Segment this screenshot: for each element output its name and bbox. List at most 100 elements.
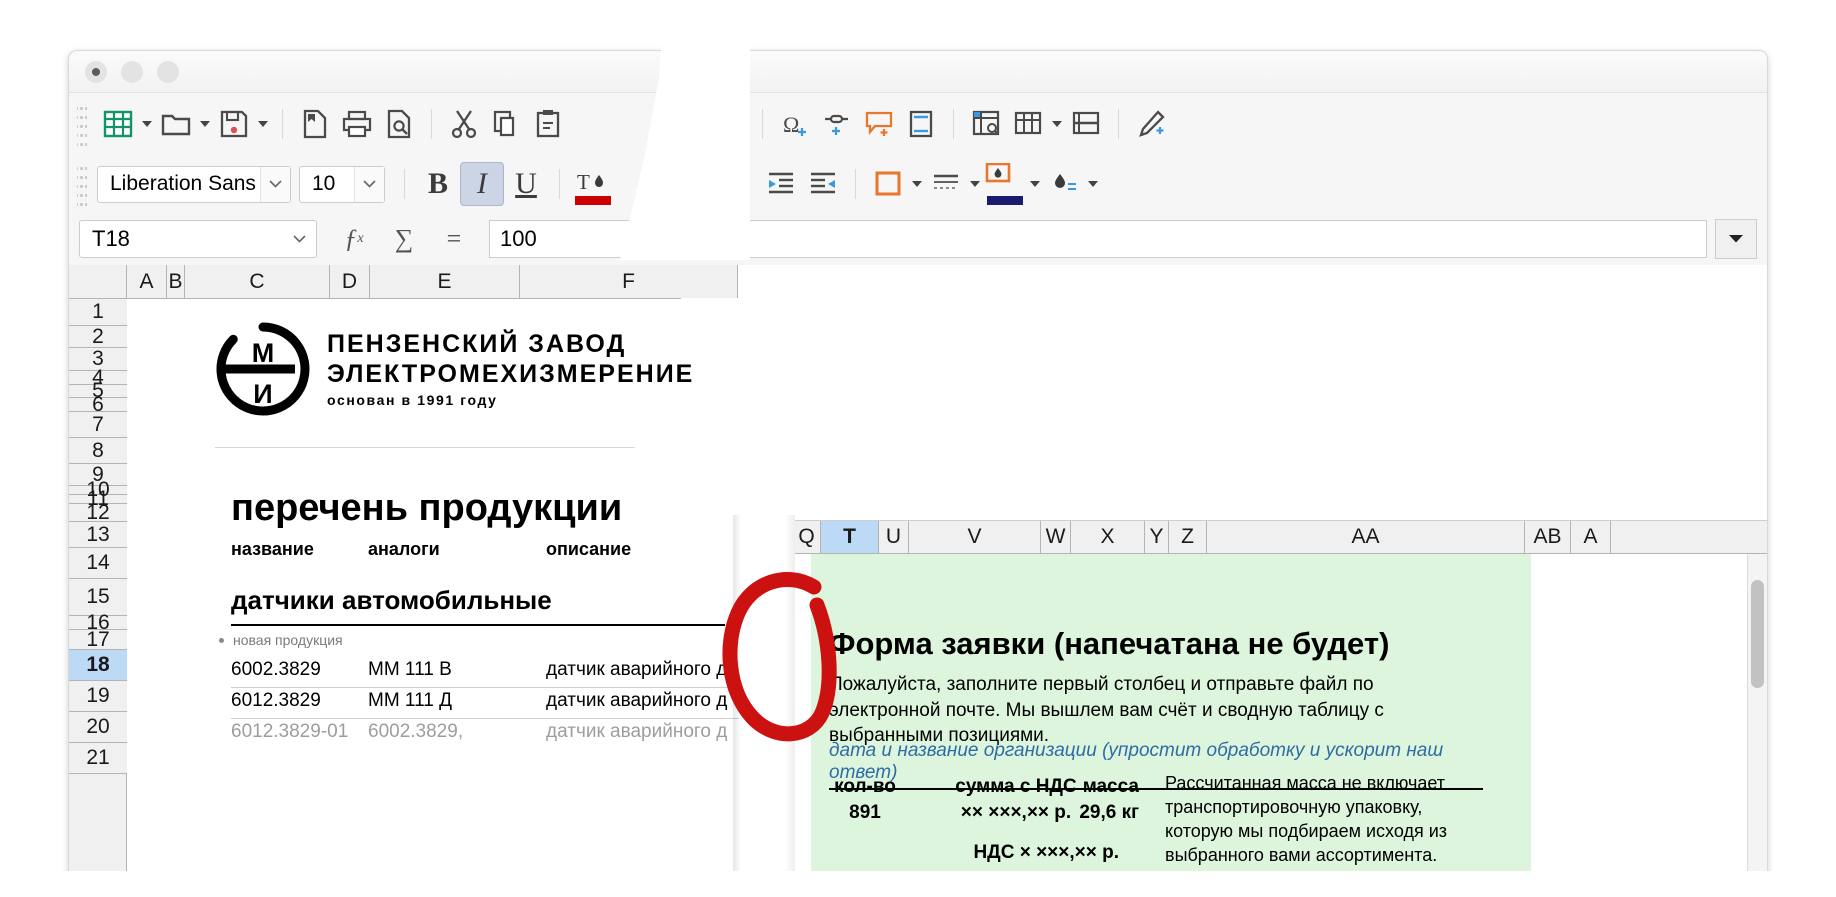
- column-header-w[interactable]: W: [1041, 521, 1071, 553]
- row-header-7[interactable]: 7: [69, 412, 127, 438]
- save-icon: [213, 103, 255, 145]
- row-header-13[interactable]: 13: [69, 522, 127, 548]
- column-header-t[interactable]: T: [821, 521, 879, 553]
- section-rule: [231, 624, 725, 626]
- increase-indent-icon[interactable]: [760, 163, 802, 205]
- headers-footers-icon[interactable]: [900, 103, 942, 145]
- window-maximize-button[interactable]: [157, 60, 179, 83]
- border-style-caret[interactable]: [967, 163, 983, 205]
- table-row[interactable]: 6002.3829 ММ 111 В датчик аварийного д: [231, 657, 791, 688]
- row-header-8[interactable]: 8: [69, 438, 127, 464]
- save-dropdown-caret[interactable]: [255, 103, 271, 145]
- copy-icon[interactable]: [485, 103, 527, 145]
- clone-formatting-icon[interactable]: [1130, 103, 1172, 145]
- catalog-col-name: название: [231, 539, 314, 559]
- summary-header-mass: масса: [1082, 776, 1139, 797]
- column-header-q[interactable]: Q: [793, 521, 821, 553]
- insert-comment-icon[interactable]: [858, 103, 900, 145]
- function-wizard-icon[interactable]: ƒx: [331, 219, 377, 259]
- freeze-rows-columns-icon[interactable]: [965, 103, 1007, 145]
- new-dropdown-caret[interactable]: [139, 103, 155, 145]
- column-header-e[interactable]: E: [370, 265, 520, 298]
- print-preview-icon[interactable]: [378, 103, 420, 145]
- column-header-d[interactable]: D: [330, 265, 370, 298]
- decrease-indent-icon[interactable]: [802, 163, 844, 205]
- company-logo: М И ПЕНЗЕНСКИЙ ЗАВОД ЭЛЕКТРОМЕХИЗМЕРЕНИЕ…: [215, 321, 694, 417]
- column-header-u[interactable]: U: [879, 521, 909, 553]
- borders-icon: [867, 163, 909, 205]
- row-header-12[interactable]: 12: [69, 501, 127, 524]
- background-color-icon: [983, 161, 1027, 207]
- toolbar-grip[interactable]: [77, 162, 87, 206]
- font-color-button[interactable]: T: [571, 161, 615, 207]
- row-header-1[interactable]: 1: [69, 299, 127, 326]
- print-area-caret[interactable]: [1049, 103, 1065, 145]
- select-all-corner[interactable]: [69, 265, 127, 298]
- bold-button[interactable]: B: [416, 162, 460, 206]
- sum-icon[interactable]: ∑: [381, 219, 427, 259]
- name-box-chevron-down-icon[interactable]: [282, 221, 316, 257]
- conditional-formatting-caret[interactable]: [1085, 163, 1101, 205]
- column-header-f[interactable]: F: [520, 265, 738, 298]
- paste-icon[interactable]: [527, 103, 569, 145]
- border-style-button[interactable]: [925, 163, 983, 205]
- insert-hyperlink-icon[interactable]: [816, 103, 858, 145]
- toolbar-separator: [953, 109, 954, 139]
- row-header-20[interactable]: 20: [69, 712, 127, 743]
- column-header-z[interactable]: Z: [1169, 521, 1207, 553]
- open-file-button[interactable]: [155, 103, 213, 145]
- font-name-combo[interactable]: Liberation Sans: [97, 165, 291, 203]
- column-header-a2[interactable]: A: [1571, 521, 1611, 553]
- row-header-18[interactable]: 18: [69, 650, 127, 681]
- split-window-icon[interactable]: [1065, 103, 1107, 145]
- print-icon[interactable]: [336, 103, 378, 145]
- name-box[interactable]: T18: [79, 220, 317, 258]
- formula-equals-icon[interactable]: =: [431, 219, 477, 259]
- borders-button[interactable]: [867, 163, 925, 205]
- conditional-formatting-button[interactable]: [1043, 163, 1101, 205]
- background-color-button[interactable]: [983, 161, 1043, 207]
- column-header-a[interactable]: A: [127, 265, 167, 298]
- svg-text:М: М: [252, 338, 275, 368]
- row-header-6[interactable]: 6: [69, 393, 127, 416]
- table-row[interactable]: 6012.3829-01 6002.3829, датчик аварийног…: [231, 719, 791, 750]
- font-name-chevron-down-icon[interactable]: [260, 166, 290, 202]
- product-description: датчик аварийного д: [546, 721, 728, 742]
- vertical-scrollbar[interactable]: [1747, 554, 1767, 879]
- column-header-ab[interactable]: AB: [1525, 521, 1571, 553]
- toolbar-grip[interactable]: [77, 102, 87, 146]
- column-header-b[interactable]: B: [167, 265, 185, 298]
- summary-vat: НДС × ×××,×× р.: [973, 842, 1119, 863]
- new-spreadsheet-button[interactable]: [97, 103, 155, 145]
- italic-button[interactable]: I: [460, 162, 504, 206]
- background-color-caret[interactable]: [1027, 163, 1043, 205]
- column-header-x[interactable]: X: [1071, 521, 1145, 553]
- row-header-21[interactable]: 21: [69, 743, 127, 774]
- row-header-17[interactable]: 17: [69, 628, 127, 651]
- vertical-scrollbar-thumb[interactable]: [1751, 580, 1764, 688]
- export-pdf-icon[interactable]: [294, 103, 336, 145]
- cut-icon[interactable]: [443, 103, 485, 145]
- borders-caret[interactable]: [909, 163, 925, 205]
- column-header-aa[interactable]: AA: [1207, 521, 1525, 553]
- summary-total-mass: 29,6 кг: [1079, 802, 1139, 823]
- font-size-chevron-down-icon[interactable]: [354, 166, 384, 202]
- expand-formula-bar-button[interactable]: [1715, 219, 1757, 259]
- row-header-19[interactable]: 19: [69, 681, 127, 712]
- product-description: датчик аварийного д: [546, 690, 728, 711]
- window-close-button[interactable]: [85, 60, 107, 83]
- product-analog: ММ 111 В: [368, 659, 452, 680]
- column-header-y[interactable]: Y: [1145, 521, 1169, 553]
- define-print-area-button[interactable]: [1007, 103, 1065, 145]
- save-button[interactable]: [213, 103, 271, 145]
- font-size-combo[interactable]: 10: [299, 165, 385, 203]
- open-dropdown-caret[interactable]: [197, 103, 213, 145]
- row-header-14[interactable]: 14: [69, 548, 127, 579]
- special-character-icon[interactable]: Ω: [774, 103, 816, 145]
- table-row[interactable]: 6012.3829 ММ 111 Д датчик аварийного д: [231, 688, 791, 719]
- row-header-2[interactable]: 2: [69, 325, 127, 348]
- underline-button[interactable]: U: [504, 162, 548, 206]
- column-header-c[interactable]: C: [185, 265, 330, 298]
- window-minimize-button[interactable]: [121, 60, 143, 83]
- column-header-v[interactable]: V: [909, 521, 1041, 553]
